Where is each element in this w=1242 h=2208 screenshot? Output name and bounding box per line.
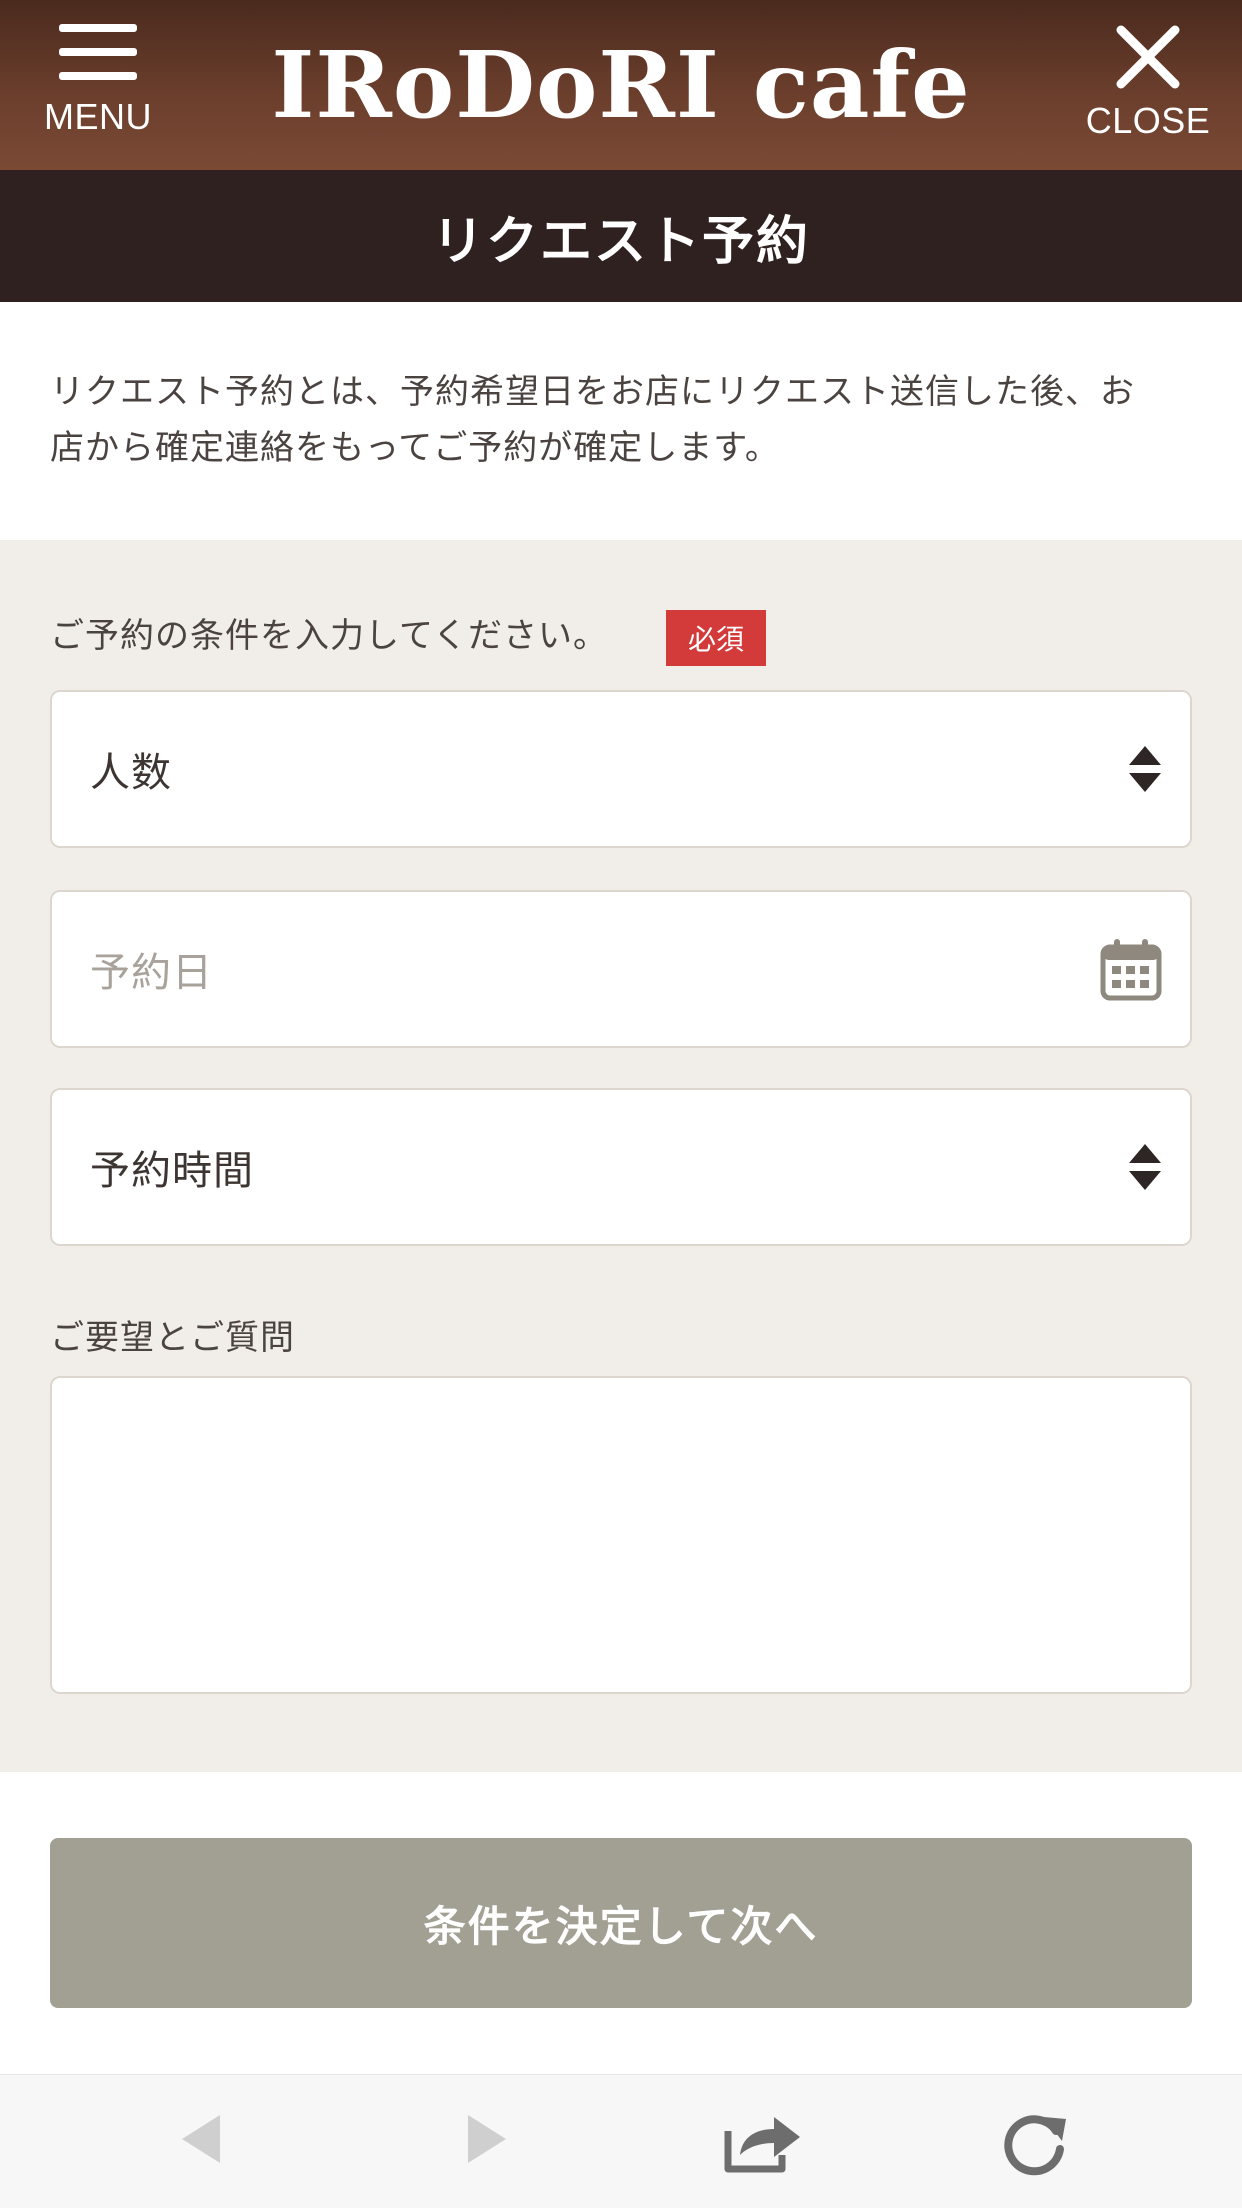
menu-button[interactable]: MENU [28,18,168,148]
reservation-date-field[interactable]: 予約日 [50,890,1192,1048]
reservation-time-select[interactable]: 予約時間 [50,1088,1192,1246]
close-button[interactable]: CLOSE [1078,18,1218,148]
reservation-form: ご予約の条件を入力してください。 必須 人数 予約日 予約時間 ご要望とご質問 [0,540,1242,1772]
reservation-time-value: 予約時間 [90,1148,254,1194]
menu-label: MENU [44,96,152,137]
next-step-button[interactable]: 条件を決定して次へ [50,1838,1192,2008]
intro-section: リクエスト予約とは、予約希望日をお店にリクエスト送信した後、お 店から確定連絡を… [0,302,1242,540]
requests-label: ご要望とご質問 [50,1318,295,1358]
forward-arrow-icon[interactable] [462,2109,512,2169]
back-arrow-icon[interactable] [176,2109,226,2169]
title-bar: リクエスト予約 [0,170,1242,302]
intro-text-line: リクエスト予約とは、予約希望日をお店にリクエスト送信した後、お [50,372,1135,412]
reload-icon[interactable] [1000,2109,1070,2179]
share-icon[interactable] [722,2109,804,2175]
submit-area: 条件を決定して次へ [0,1772,1242,2074]
party-size-select[interactable]: 人数 [50,690,1192,848]
party-size-value: 人数 [90,750,172,796]
reservation-date-placeholder: 予約日 [90,950,213,996]
intro-text-line: 店から確定連絡をもってご予約が確定します。 [50,428,780,468]
required-badge: 必須 [666,610,766,666]
brand-logo: IRoDoRI cafe [271,31,971,139]
intro-text: リクエスト予約とは、予約希望日をお店にリクエスト送信した後、お 店から確定連絡を… [50,364,1192,476]
hamburger-icon [59,24,137,80]
conditions-label: ご予約の条件を入力してください。 [50,616,608,656]
close-icon [1116,25,1180,89]
browser-toolbar [0,2074,1242,2208]
requests-textarea[interactable] [50,1376,1192,1694]
calendar-icon [1100,939,1162,1001]
updown-select-icon [1129,746,1161,792]
updown-select-icon [1129,1144,1161,1190]
page-title: リクエスト予約 [431,211,810,272]
app-header: MENU IRoDoRI cafe CLOSE [0,0,1242,170]
close-label: CLOSE [1085,100,1211,141]
